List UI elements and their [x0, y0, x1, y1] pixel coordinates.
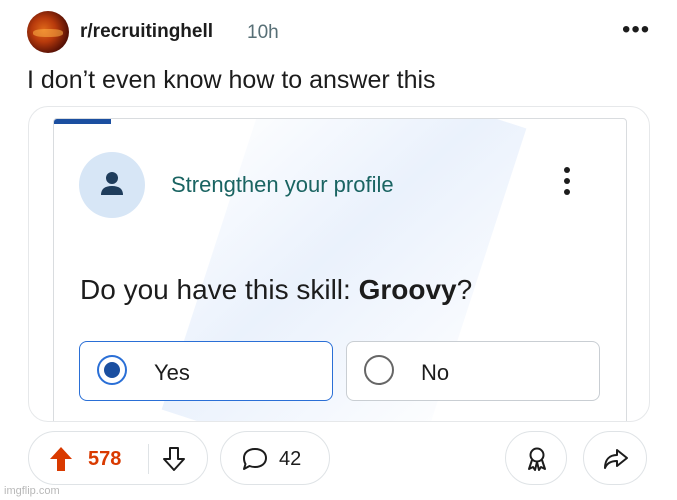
skill-name: Groovy [358, 274, 457, 305]
share-icon [604, 449, 628, 469]
upvote-icon[interactable] [49, 446, 73, 472]
post-image[interactable]: Strengthen your profile Do you have this… [28, 106, 650, 422]
option-yes[interactable]: Yes [79, 341, 333, 401]
comment-icon [243, 448, 267, 470]
radio-selected-icon[interactable] [97, 355, 127, 385]
card-heading: Strengthen your profile [171, 172, 394, 197]
more-options-icon[interactable]: ••• [622, 18, 650, 42]
share-button[interactable] [583, 431, 647, 485]
option-yes-label: Yes [154, 360, 190, 385]
imgflip-watermark: imgflip.com [4, 485, 60, 497]
question-prefix: Do you have this skill: [80, 274, 359, 305]
vote-divider [148, 444, 149, 474]
comments-button[interactable]: 42 [220, 431, 330, 485]
question-suffix: ? [456, 274, 473, 305]
vote-bar: 578 [28, 431, 208, 485]
profile-prompt-card: Strengthen your profile Do you have this… [53, 118, 627, 421]
comment-count: 42 [279, 448, 302, 470]
award-icon [528, 447, 546, 471]
radio-unselected-icon[interactable] [364, 355, 394, 385]
progress-bar [54, 119, 111, 124]
award-button[interactable] [505, 431, 567, 485]
subreddit-avatar[interactable] [27, 11, 69, 53]
person-icon [79, 152, 145, 218]
option-no[interactable]: No [346, 341, 600, 401]
post-time: 10h [247, 22, 279, 43]
post-title[interactable]: I don’t even know how to answer this [27, 66, 436, 95]
subreddit-name[interactable]: r/recruitinghell [80, 21, 213, 43]
downvote-icon[interactable] [162, 446, 186, 472]
upvote-count: 578 [88, 448, 122, 470]
option-no-label: No [421, 360, 450, 385]
kebab-menu-icon[interactable] [564, 167, 572, 199]
skill-question: Do you have this skill: Groovy? [80, 274, 472, 306]
